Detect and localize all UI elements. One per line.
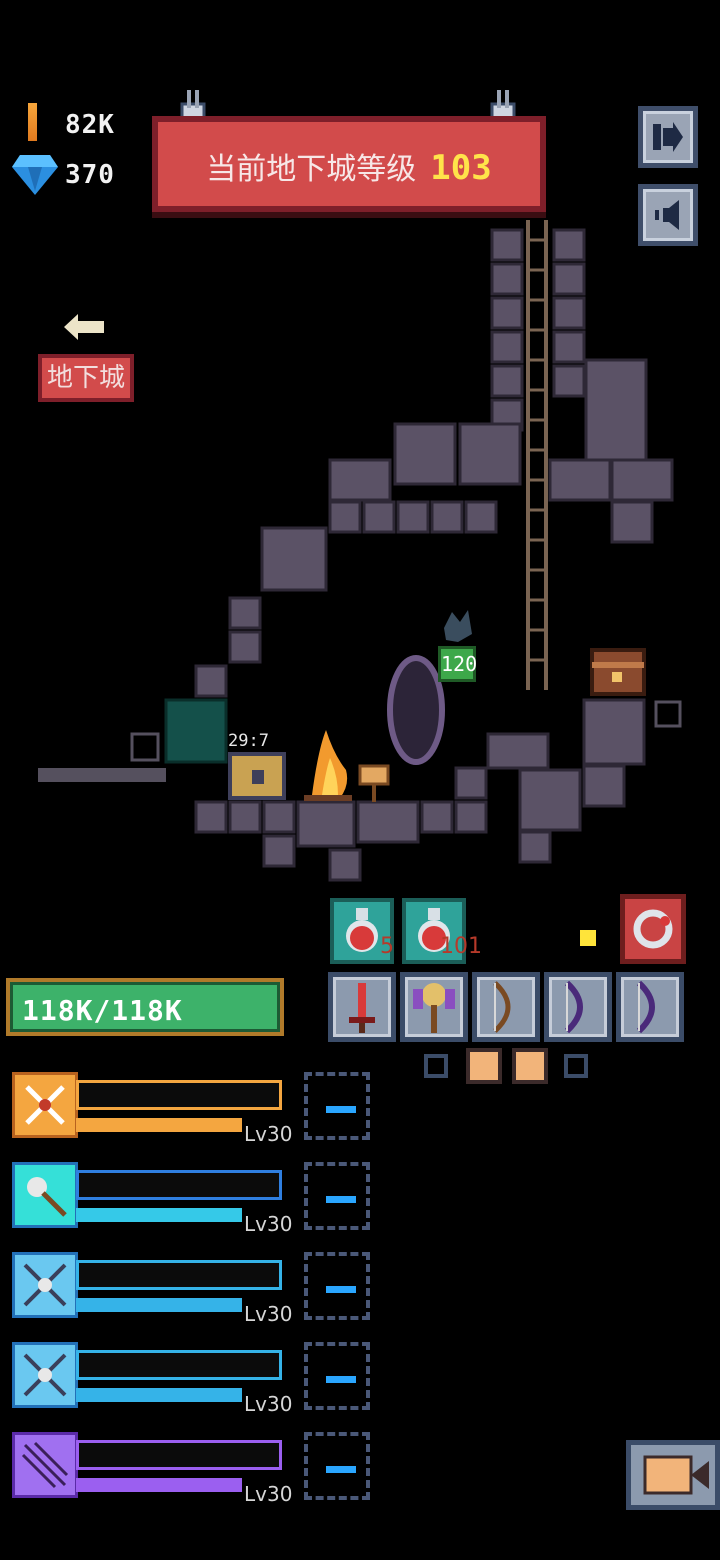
damage-number-2: 101 xyxy=(440,934,482,959)
hero-skill-slot-1[interactable] xyxy=(304,1072,370,1140)
page-dot-3-active[interactable] xyxy=(512,1048,548,1084)
ring-slot[interactable] xyxy=(620,894,686,964)
treasure-chest[interactable] xyxy=(228,752,286,800)
red-sword-icon xyxy=(349,983,375,1033)
gold-icon xyxy=(28,103,37,141)
ring-icon xyxy=(633,909,673,949)
skill-cooldown-indicator xyxy=(326,1106,356,1113)
chest-timer: 29:7 xyxy=(228,731,269,751)
weapon-slot-sword[interactable] xyxy=(328,972,396,1042)
player-hp-bar: 118K/118K xyxy=(6,978,284,1036)
weapon-slot-bow-3[interactable] xyxy=(616,972,684,1042)
hero-level-5: Lv30 xyxy=(244,1482,293,1506)
hero-skill-slot-2[interactable] xyxy=(304,1162,370,1230)
mace-icon xyxy=(27,1177,67,1217)
hero-bar-3 xyxy=(76,1260,282,1290)
spark-effect xyxy=(580,930,596,946)
hero-bar-5 xyxy=(76,1440,282,1470)
dungeon-scene xyxy=(38,220,682,882)
video-reward-button[interactable] xyxy=(626,1440,720,1510)
video-camera-icon xyxy=(643,1455,709,1495)
hero-avatar-4[interactable] xyxy=(12,1342,78,1408)
hero-bar-1 xyxy=(76,1080,282,1110)
gold-amount: 82K xyxy=(65,110,115,140)
dungeon-level: 103 xyxy=(430,148,492,188)
hero-skill-slot-5[interactable] xyxy=(304,1432,370,1500)
crossed-spears-icon xyxy=(23,1353,67,1397)
damage-number-1: 5 xyxy=(380,934,394,959)
exit-button[interactable] xyxy=(638,106,698,168)
exit-icon xyxy=(653,122,683,152)
page-dot-1[interactable] xyxy=(424,1054,448,1078)
page-dot-2-active[interactable] xyxy=(466,1048,502,1084)
dungeon-level-banner: 当前地下城等级 103 xyxy=(152,116,546,212)
banner-content: 当前地下城等级 103 xyxy=(158,144,540,188)
hero-xp-fill-3 xyxy=(76,1298,242,1312)
gem-icon xyxy=(12,155,58,195)
banner-label: 当前地下城等级 xyxy=(206,152,417,187)
hero-xp-fill-1 xyxy=(76,1118,242,1132)
enemy-hp-box: 120 xyxy=(438,646,478,682)
hero-bar-4 xyxy=(76,1350,282,1380)
hero-avatar-5[interactable] xyxy=(12,1432,78,1498)
crossed-swords-icon xyxy=(25,1085,65,1125)
gem-amount: 370 xyxy=(65,160,115,190)
hero-avatar-1[interactable] xyxy=(12,1072,78,1138)
skill-cooldown-indicator xyxy=(326,1466,356,1473)
purple-bow-icon xyxy=(636,980,655,1034)
hero-level-1: Lv30 xyxy=(244,1122,293,1146)
skill-cooldown-indicator xyxy=(326,1196,356,1203)
wooden-bow-icon xyxy=(493,981,511,1033)
weapon-slot-bow-1[interactable] xyxy=(472,972,540,1042)
hero-level-2: Lv30 xyxy=(244,1212,293,1236)
hero-level-4: Lv30 xyxy=(244,1392,293,1416)
crossed-spears-icon xyxy=(23,1263,67,1307)
weapon-slot-staff[interactable] xyxy=(400,972,468,1042)
page-dot-4[interactable] xyxy=(564,1054,588,1078)
enemy-hp: 120 xyxy=(441,652,478,676)
hero-xp-fill-4 xyxy=(76,1388,242,1402)
hero-avatar-3[interactable] xyxy=(12,1252,78,1318)
player-hp-text: 118K/118K xyxy=(22,994,183,1027)
hero-level-3: Lv30 xyxy=(244,1302,293,1326)
skull-staff-icon xyxy=(413,983,455,1033)
hero-xp-fill-2 xyxy=(76,1208,242,1222)
hero-xp-fill-5 xyxy=(76,1478,242,1492)
purple-bow-icon xyxy=(564,980,583,1034)
skill-cooldown-indicator xyxy=(326,1376,356,1383)
hero-skill-slot-3[interactable] xyxy=(304,1252,370,1320)
skill-cooldown-indicator xyxy=(326,1286,356,1293)
arrows-icon xyxy=(21,1441,69,1489)
hero-bar-2 xyxy=(76,1170,282,1200)
hero-skill-slot-4[interactable] xyxy=(304,1342,370,1410)
weapon-slot-bow-2[interactable] xyxy=(544,972,612,1042)
hero-avatar-2[interactable] xyxy=(12,1162,78,1228)
lock-icon xyxy=(252,770,264,784)
